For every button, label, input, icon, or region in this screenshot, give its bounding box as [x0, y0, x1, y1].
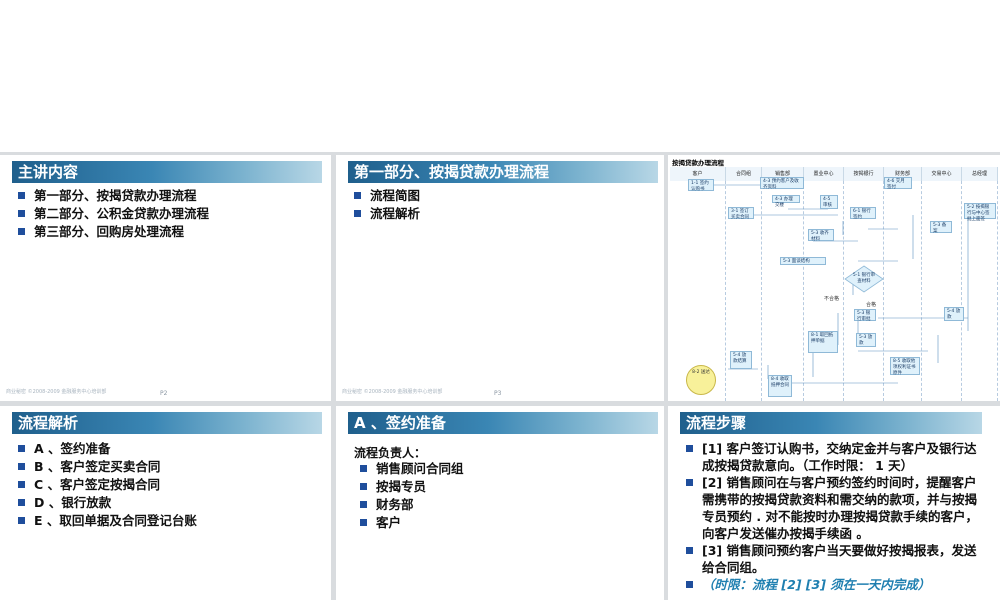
- flow-step: 4-3 预约客户及收齐资料: [760, 177, 804, 190]
- slide-thumbnail-process-steps[interactable]: 流程步骤 [1] 客户签订认购书，交纳定金并与客户及银行达成按揭贷款意向。（工作…: [668, 406, 1000, 600]
- flow-step: 8-4 收取抵押合同: [768, 375, 792, 397]
- bullet-icon: [18, 445, 25, 452]
- flow-step: 1-1 签约认购书: [688, 179, 714, 192]
- bullet-icon: [686, 445, 693, 452]
- page-number: P3: [494, 390, 502, 397]
- flow-step: 8-1 取回抵押单据: [808, 331, 838, 353]
- bullet-icon: [18, 463, 25, 470]
- slide-title: 主讲内容: [12, 161, 322, 183]
- flow-step: 5-3 面谈结构: [780, 257, 826, 265]
- bullet-icon: [18, 228, 25, 235]
- yes-label: 合格: [866, 302, 877, 308]
- slide-thumbnail-flowchart[interactable]: 按揭贷款办理流程 客户 合同组 销售部 置业中心 按揭银行 财务部 交易中心 总…: [668, 155, 1000, 401]
- bullet-icon: [18, 499, 25, 506]
- flowchart-connectors: [708, 184, 969, 384]
- flow-step: 5-3 放款: [856, 333, 876, 347]
- contents-list: 第一部分、按揭贷款办理流程 第二部分、公积金贷款办理流程 第三部分、回购房处理流…: [18, 187, 209, 241]
- slide-title: 流程解析: [12, 412, 322, 434]
- list-item: （时限：流程 [2] [3] 须在一天内完成）: [686, 576, 986, 593]
- flow-end-circle: 8-2 送达: [686, 365, 716, 395]
- bullet-icon: [360, 519, 367, 526]
- no-label: 不合格: [824, 296, 840, 302]
- list-item: [2] 销售顾问在与客户预约签约时间时，提醒客户需携带的按揭贷款资料和需交纳的款…: [686, 474, 986, 542]
- list-item: B 、客户签定买卖合同: [18, 458, 197, 476]
- bullet-icon: [18, 517, 25, 524]
- decision-diamond: 5-1 银行审查材料: [844, 265, 884, 293]
- bullet-icon: [354, 192, 361, 199]
- bullet-icon: [18, 481, 25, 488]
- list-item: [1] 客户签订认购书，交纳定金并与客户及银行达成按揭贷款意向。（工作时限： 1…: [686, 440, 986, 474]
- flow-step: 5-4 放款结算: [730, 351, 752, 369]
- slide-thumbnail-process-analysis[interactable]: 流程解析 A 、签约准备 B 、客户签定买卖合同 C 、客户签定按揭合同 D 、…: [0, 406, 331, 600]
- list-item: E 、取回单据及合同登记台账: [18, 512, 197, 530]
- bullet-icon: [354, 210, 361, 217]
- slide-title: A 、签约准备: [348, 412, 658, 434]
- analysis-list: A 、签约准备 B 、客户签定买卖合同 C 、客户签定按揭合同 D 、银行放款 …: [18, 440, 197, 530]
- slide-footer: 商业秘密 ©2008-2009 金融服务中心培训部: [342, 389, 443, 395]
- flow-step: 5-3 备案: [930, 221, 952, 234]
- slide-thumbnail-sign-prep[interactable]: A 、签约准备 流程负责人： 销售顾问合同组 按揭专员 财务部 客户: [336, 406, 664, 600]
- flow-step: 4-5 审核: [820, 195, 838, 209]
- slide-title: 第一部分、按揭贷款办理流程: [348, 161, 658, 183]
- list-item: 流程解析: [354, 205, 420, 223]
- list-item: 第二部分、公积金贷款办理流程: [18, 205, 209, 223]
- bullet-icon: [686, 581, 693, 588]
- page-number: P2: [160, 390, 168, 397]
- flow-step: 5-4 放款: [944, 307, 964, 321]
- list-item: 按揭专员: [360, 478, 464, 496]
- bullet-icon: [686, 547, 693, 554]
- flow-step: 4-6 交月签付: [884, 177, 912, 190]
- flow-step: 5-2 按揭银行与中心签批上面签: [964, 203, 996, 222]
- part-one-list: 流程简图 流程解析: [354, 187, 420, 223]
- owner-intro: 流程负责人：: [354, 446, 427, 460]
- list-item: [3] 销售顾问预约客户当天要做好按揭报表，发送给合同组。: [686, 542, 986, 576]
- list-item: 流程简图: [354, 187, 420, 205]
- slide-thumbnail-main-contents[interactable]: 主讲内容 第一部分、按揭贷款办理流程 第二部分、公积金贷款办理流程 第三部分、回…: [0, 155, 331, 401]
- flow-step: 5-3 银行审批: [854, 309, 876, 322]
- diamond-label: 5-1 银行审查材料: [852, 273, 876, 284]
- slide-footer: 商业秘密 ©2008-2009 金融服务中心培训部: [6, 389, 107, 395]
- list-item: D 、银行放款: [18, 494, 197, 512]
- list-item: C 、客户签定按揭合同: [18, 476, 197, 494]
- bullet-icon: [360, 483, 367, 490]
- list-item: 第一部分、按揭贷款办理流程: [18, 187, 209, 205]
- bullet-icon: [18, 210, 25, 217]
- slide-thumbnail-part-one[interactable]: 第一部分、按揭贷款办理流程 流程简图 流程解析 商业秘密 ©2008-2009 …: [336, 155, 664, 401]
- bullet-icon: [686, 479, 693, 486]
- list-item: 客户: [360, 514, 464, 532]
- flow-step: 8-5 收取他项权利证书原件: [890, 357, 920, 376]
- flow-step: 4-3 办理交楼: [772, 195, 800, 208]
- steps-list: [1] 客户签订认购书，交纳定金并与客户及银行达成按揭贷款意向。（工作时限： 1…: [686, 440, 986, 593]
- slide-title: 流程步骤: [680, 412, 982, 434]
- list-item: 第三部分、回购房处理流程: [18, 223, 209, 241]
- list-item: 销售顾问合同组: [360, 460, 464, 478]
- flow-step: 3-1 签订买卖合同: [728, 207, 754, 220]
- bullet-icon: [360, 465, 367, 472]
- flow-step: 6-1 银行签约: [850, 207, 876, 220]
- flow-step: 5-3 收齐材料: [808, 229, 834, 242]
- bullet-icon: [18, 192, 25, 199]
- owner-list: 销售顾问合同组 按揭专员 财务部 客户: [360, 460, 464, 532]
- list-item: A 、签约准备: [18, 440, 197, 458]
- bullet-icon: [360, 501, 367, 508]
- list-item: 财务部: [360, 496, 464, 514]
